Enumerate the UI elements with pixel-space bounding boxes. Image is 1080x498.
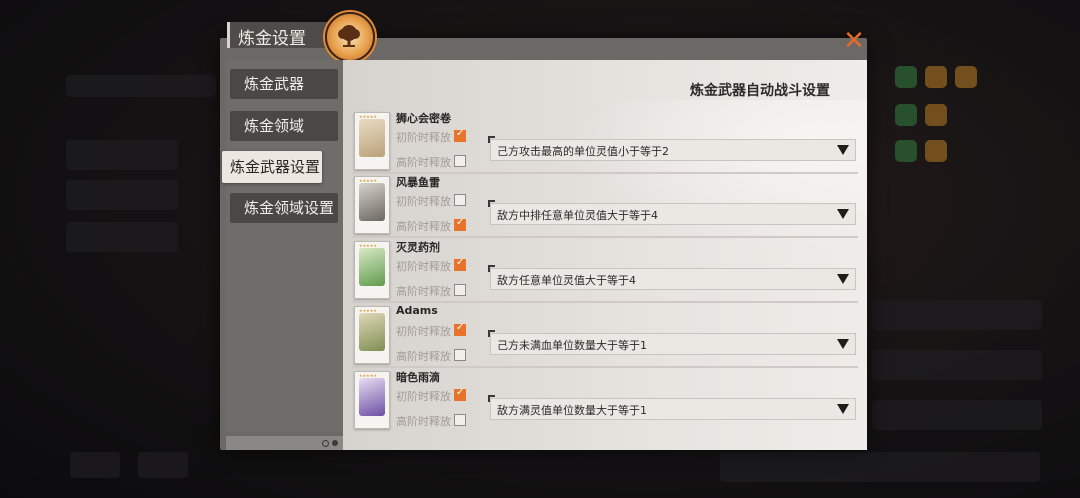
row-divider: [352, 301, 858, 303]
page-dot[interactable]: [322, 440, 329, 447]
item-card[interactable]: ★★★★★: [354, 176, 390, 234]
potion-icon: [359, 248, 385, 286]
row-divider: [352, 236, 858, 238]
condition-select[interactable]: 敌方任意单位灵值大于等于4: [490, 268, 856, 290]
advanced-release-checkbox[interactable]: [454, 155, 466, 167]
condition-select[interactable]: 敌方中排任意单位灵值大于等于4: [490, 203, 856, 225]
condition-value: 己方未满血单位数量大于等于1: [497, 339, 647, 352]
item-name: 暗色雨滴: [396, 371, 440, 384]
item-card[interactable]: ★★★★★: [354, 306, 390, 364]
initial-release-checkbox[interactable]: [454, 128, 466, 142]
sidebar-item-domain-settings[interactable]: 炼金领域设置: [230, 193, 338, 223]
dropdown-arrow-icon: [837, 209, 849, 219]
list-item: ★★★★★ 狮心会密卷 初阶时释放 高阶时释放 己方攻击最高的单位灵值小于等于2: [352, 110, 858, 174]
option-advanced-label: 高阶时释放: [396, 350, 451, 363]
condition-select[interactable]: 敌方满灵值单位数量大于等于1: [490, 398, 856, 420]
page-dot-active[interactable]: [332, 440, 338, 446]
advanced-release-checkbox[interactable]: [454, 414, 466, 426]
condition-select[interactable]: 己方攻击最高的单位灵值小于等于2: [490, 139, 856, 161]
item-name: Adams: [396, 304, 438, 317]
close-icon[interactable]: ✕: [842, 28, 866, 54]
item-card[interactable]: ★★★★★: [354, 112, 390, 170]
dropdown-arrow-icon: [837, 274, 849, 284]
page-indicator: [226, 436, 343, 450]
item-name: 风暴鱼雷: [396, 176, 440, 189]
initial-release-checkbox[interactable]: [454, 322, 466, 336]
option-advanced-label: 高阶时释放: [396, 156, 451, 169]
row-divider: [352, 366, 858, 368]
condition-value: 敌方满灵值单位数量大于等于1: [497, 404, 647, 417]
advanced-release-checkbox[interactable]: [454, 349, 466, 361]
option-initial-label: 初阶时释放: [396, 195, 451, 208]
advanced-release-checkbox[interactable]: [454, 284, 466, 296]
item-card[interactable]: ★★★★★: [354, 241, 390, 299]
option-initial-label: 初阶时释放: [396, 325, 451, 338]
option-initial-label: 初阶时释放: [396, 131, 451, 144]
condition-value: 己方攻击最高的单位灵值小于等于2: [497, 145, 669, 158]
initial-release-checkbox[interactable]: [454, 194, 466, 206]
option-advanced-label: 高阶时释放: [396, 285, 451, 298]
list-item: ★★★★★ 灭灵药剂 初阶时释放 高阶时释放 敌方任意单位灵值大于等于4: [352, 239, 858, 303]
dropdown-arrow-icon: [837, 339, 849, 349]
raindrop-icon: [359, 378, 385, 416]
advanced-release-checkbox[interactable]: [454, 217, 466, 231]
panel-title: 炼金武器自动战斗设置: [690, 83, 830, 99]
condition-value: 敌方中排任意单位灵值大于等于4: [497, 209, 658, 222]
list-item: ★★★★★ 风暴鱼雷 初阶时释放 高阶时释放 敌方中排任意单位灵值大于等于4: [352, 174, 858, 238]
sidebar-item-weapon-settings[interactable]: 炼金武器设置: [222, 151, 322, 183]
item-card[interactable]: ★★★★★: [354, 371, 390, 429]
option-advanced-label: 高阶时释放: [396, 220, 451, 233]
initial-release-checkbox[interactable]: [454, 257, 466, 271]
tree-emblem-icon: [325, 12, 375, 62]
initial-release-checkbox[interactable]: [454, 387, 466, 401]
dropdown-arrow-icon: [837, 404, 849, 414]
dialog-title: 炼金设置: [238, 29, 306, 49]
dropdown-arrow-icon: [837, 145, 849, 155]
list-item: ★★★★★ Adams 初阶时释放 高阶时释放 己方未满血单位数量大于等于1: [352, 304, 858, 368]
option-advanced-label: 高阶时释放: [396, 415, 451, 428]
robot-icon: [359, 313, 385, 351]
condition-select[interactable]: 己方未满血单位数量大于等于1: [490, 333, 856, 355]
condition-value: 敌方任意单位灵值大于等于4: [497, 274, 636, 287]
sidebar-item-weapons[interactable]: 炼金武器: [230, 69, 338, 99]
torpedo-icon: [359, 183, 385, 221]
option-initial-label: 初阶时释放: [396, 260, 451, 273]
list-item: ★★★★★ 暗色雨滴 初阶时释放 高阶时释放 敌方满灵值单位数量大于等于1: [352, 369, 858, 433]
item-name: 狮心会密卷: [396, 112, 451, 125]
item-name: 灭灵药剂: [396, 241, 440, 254]
scroll-icon: [359, 119, 385, 157]
option-initial-label: 初阶时释放: [396, 390, 451, 403]
sidebar-item-domains[interactable]: 炼金领域: [230, 111, 338, 141]
